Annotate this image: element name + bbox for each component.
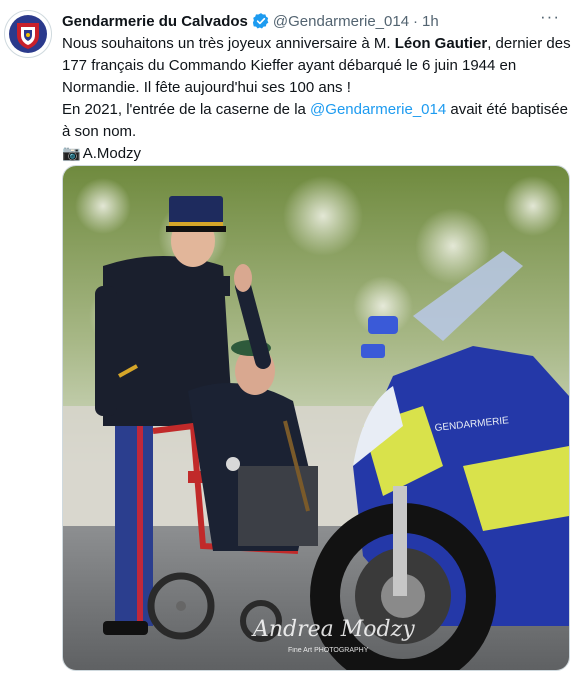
photo-illustration: GENDARMERIE Andrea Modzy Fine Art PHOTOG… bbox=[63, 166, 569, 670]
timestamp[interactable]: 1h bbox=[422, 13, 439, 30]
verified-badge-icon bbox=[252, 12, 270, 30]
bold-name: Léon Gautier bbox=[394, 35, 488, 52]
author-name[interactable]: Gendarmerie du Calvados bbox=[62, 13, 248, 30]
mention-link[interactable]: @Gendarmerie_014 bbox=[310, 101, 446, 118]
svg-text:Fine Art PHOTOGRAPHY: Fine Art PHOTOGRAPHY bbox=[288, 647, 369, 654]
author-handle[interactable]: @Gendarmerie_014 bbox=[273, 13, 409, 30]
text-segment: Nous souhaitons un très joyeux anniversa… bbox=[62, 35, 395, 52]
photo-credit: A.Modzy bbox=[82, 145, 142, 162]
more-options-icon[interactable]: ··· bbox=[537, 8, 563, 30]
svg-text:Andrea Modzy: Andrea Modzy bbox=[251, 617, 415, 642]
text-segment: En 2021, l'entrée de la caserne de la bbox=[62, 101, 311, 118]
text-segment: avait été baptisée bbox=[446, 101, 568, 118]
tweet-line-3: Normandie. Il fête aujourd'hui ses 100 a… bbox=[62, 79, 351, 96]
tweet-text: Nous souhaitons un très joyeux anniversa… bbox=[62, 33, 574, 165]
tweet-line-5: à son nom. bbox=[62, 123, 137, 140]
tweet-line-4: En 2021, l'entrée de la caserne de la @G… bbox=[62, 99, 574, 121]
tweet-photo[interactable]: GENDARMERIE Andrea Modzy Fine Art PHOTOG… bbox=[62, 165, 570, 671]
avatar[interactable] bbox=[4, 10, 52, 58]
separator-dot: · bbox=[413, 12, 419, 30]
tweet-header: Gendarmerie du Calvados @Gendarmerie_014… bbox=[62, 8, 567, 32]
gendarmerie-crest-icon bbox=[6, 12, 50, 56]
tweet-line-1: Nous souhaitons un très joyeux anniversa… bbox=[62, 33, 574, 55]
tweet-line-6: 📷 A.Modzy bbox=[62, 143, 574, 165]
camera-icon: 📷 bbox=[62, 145, 81, 162]
tweet-line-2: 177 français du Commando Kieffer ayant d… bbox=[62, 57, 517, 74]
text-segment: , dernier des bbox=[487, 35, 571, 52]
